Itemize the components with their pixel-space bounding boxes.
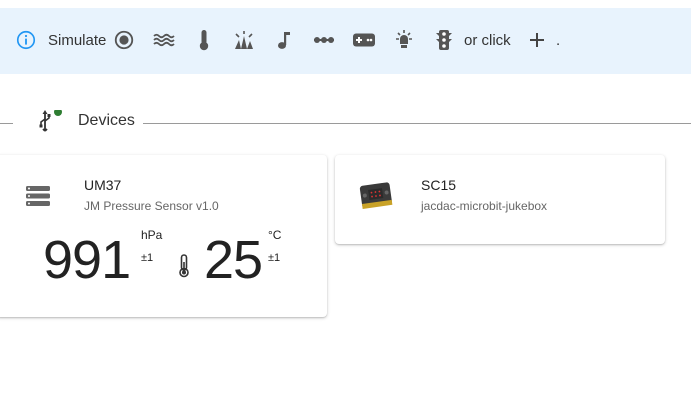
thermometer-icon [178,254,190,283]
device-name: JM Pressure Sensor v1.0 [84,199,219,213]
traffic-light-icon[interactable] [432,28,456,52]
divider-right [143,123,691,124]
temperature-error: ±1 [268,252,281,264]
pressure-error: ±1 [141,252,154,264]
trailing-period: . [556,31,561,49]
plus-icon[interactable] [526,28,548,52]
pressure-value: 991 [43,230,131,290]
lightbulb-icon[interactable] [392,28,416,52]
or-click-label: or click [464,31,511,49]
music-note-icon[interactable] [272,28,296,52]
device-id: UM37 [84,177,122,193]
record-circle-icon[interactable] [112,28,136,52]
thermometer-icon[interactable] [192,28,216,52]
device-name: jacdac-microbit-jukebox [421,199,548,213]
temperature-unit: °C [268,228,282,242]
device-card-sc15[interactable]: SC15 jacdac-microbit-jukebox [335,155,665,244]
gamepad-icon[interactable] [352,28,376,52]
temperature-value: 25 [204,230,263,290]
microbit-board-icon [359,180,393,217]
stack-icon [26,186,50,211]
device-card-um37[interactable]: UM37 JM Pressure Sensor v1.0 991 hPa ±1 … [0,155,327,317]
status-dot-icon [54,108,62,116]
grass-sun-icon[interactable] [232,28,256,52]
info-icon[interactable] [14,28,38,52]
simulate-bar: Simulate or click . [0,8,691,74]
dots-line-icon[interactable] [312,28,336,52]
waves-icon[interactable] [152,28,176,52]
devices-title: Devices [78,112,135,129]
usb-icon[interactable] [36,108,66,141]
pressure-unit: hPa [141,228,163,242]
simulate-label: Simulate [48,31,107,49]
device-id: SC15 [421,177,457,193]
divider-left [0,123,13,124]
